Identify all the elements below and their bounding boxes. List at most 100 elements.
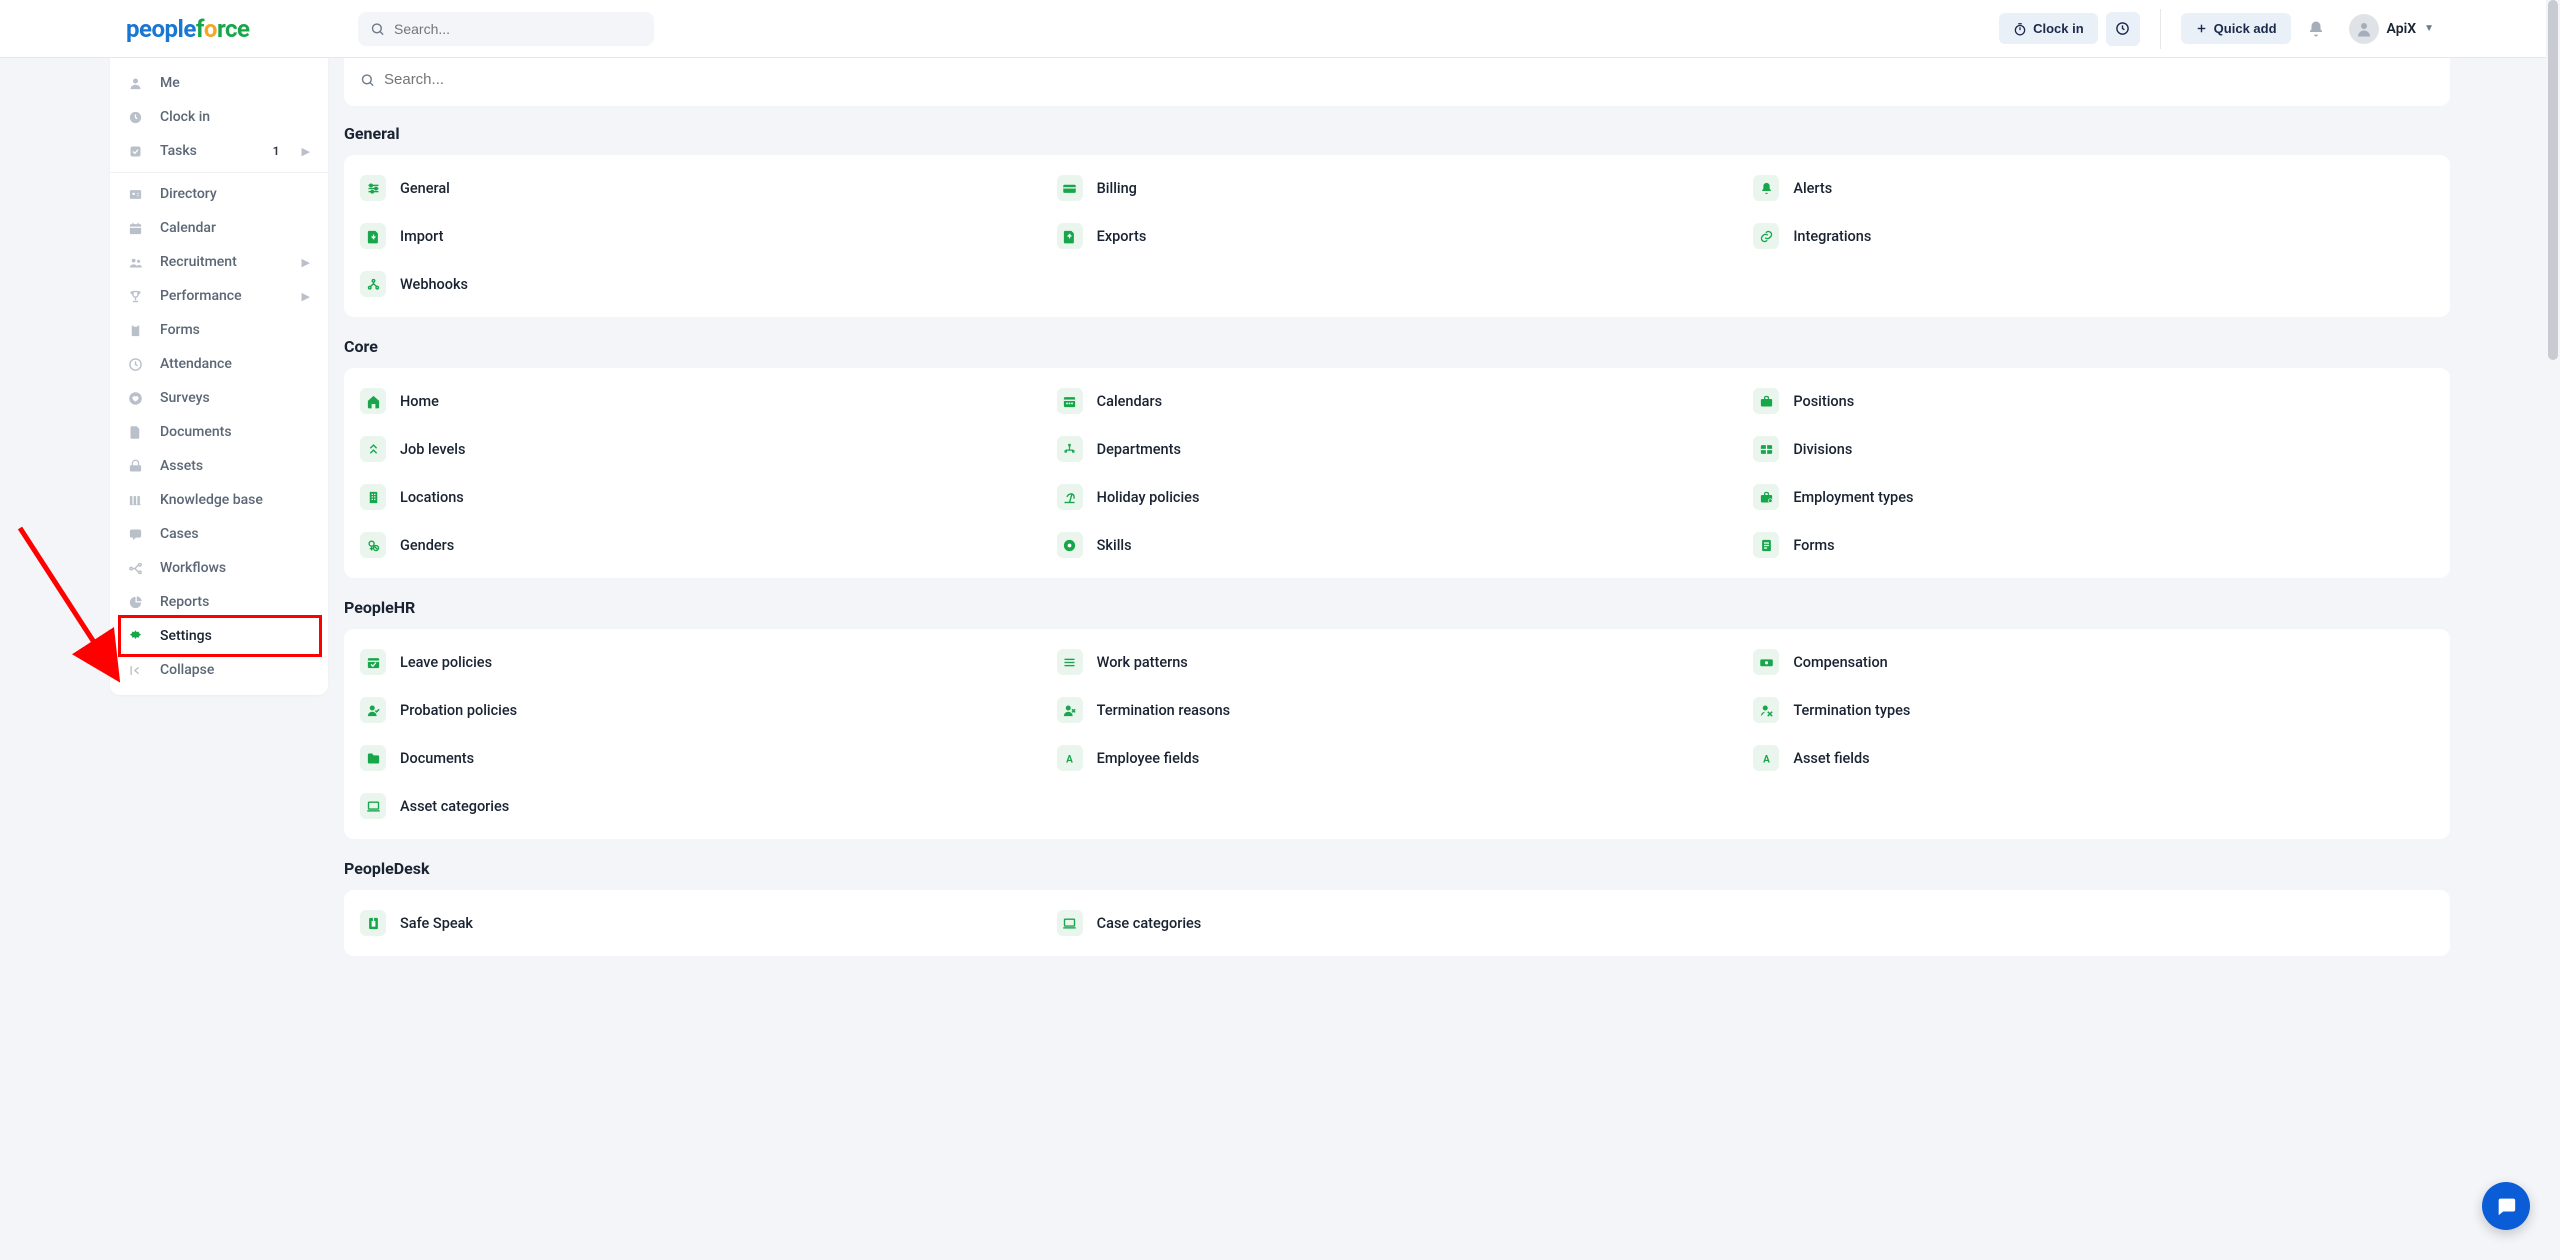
section-title: Core	[344, 337, 2450, 356]
sidebar-item-label: Attendance	[160, 356, 232, 372]
settings-item-compensation[interactable]: Compensation	[1753, 641, 2434, 683]
file-icon	[128, 425, 146, 440]
settings-item-webhooks[interactable]: Webhooks	[360, 263, 1041, 305]
sidebar-item-directory[interactable]: Directory	[110, 177, 328, 211]
main-content: General General Billing Alerts Import Exports…	[328, 58, 2560, 1000]
settings-item-genders[interactable]: Genders	[360, 524, 1041, 566]
section-title: General	[344, 124, 2450, 143]
settings-item-label: Departments	[1097, 441, 1181, 458]
forms2-icon	[1753, 532, 1779, 558]
settings-item-termination-types[interactable]: Termination types	[1753, 689, 2434, 731]
sidebar-item-label: Cases	[160, 526, 199, 542]
sidebar-item-documents[interactable]: Documents	[110, 415, 328, 449]
avatar	[2349, 14, 2379, 44]
user-menu[interactable]: ApiX ▼	[2349, 14, 2434, 44]
settings-item-asset-categories[interactable]: Asset categories	[360, 785, 1041, 827]
settings-item-label: Home	[400, 393, 439, 410]
sidebar-item-label: Calendar	[160, 220, 216, 236]
settings-item-safe-speak[interactable]: Safe Speak	[360, 902, 1041, 944]
sidebar-item-reports[interactable]: Reports	[110, 585, 328, 619]
settings-item-skills[interactable]: Skills	[1057, 524, 1738, 566]
settings-item-label: Calendars	[1097, 393, 1162, 410]
settings-item-label: Termination types	[1793, 702, 1910, 719]
bell-icon	[1753, 175, 1779, 201]
sidebar-item-collapse[interactable]: Collapse	[110, 653, 328, 687]
sidebar-item-label: Assets	[160, 458, 203, 474]
settings-item-home[interactable]: Home	[360, 380, 1041, 422]
sidebar-item-clock-in[interactable]: Clock in	[110, 100, 328, 134]
quickadd-button[interactable]: Quick add	[2181, 13, 2291, 44]
settings-item-integrations[interactable]: Integrations	[1753, 215, 2434, 257]
sidebar-item-cases[interactable]: Cases	[110, 517, 328, 551]
global-search-input[interactable]	[358, 12, 654, 46]
folder-icon	[360, 745, 386, 771]
settings-item-asset-fields[interactable]: AAsset fields	[1753, 737, 2434, 779]
sidebar: MeClock inTasks1▶ Directory Calendar Recrui…	[110, 58, 328, 695]
settings-item-work-patterns[interactable]: Work patterns	[1057, 641, 1738, 683]
sidebar-item-assets[interactable]: Assets	[110, 449, 328, 483]
chat-icon	[128, 527, 146, 542]
settings-item-label: Employee fields	[1097, 750, 1200, 767]
settings-item-label: Compensation	[1793, 654, 1887, 671]
settings-item-leave-policies[interactable]: Leave policies	[360, 641, 1041, 683]
sidebar-item-label: Tasks	[160, 143, 197, 159]
stopwatch-icon	[2013, 22, 2027, 36]
settings-item-job-levels[interactable]: Job levels	[360, 428, 1041, 470]
settings-item-forms[interactable]: Forms	[1753, 524, 2434, 566]
books-icon	[128, 493, 146, 508]
pattern-icon	[1057, 649, 1083, 675]
settings-item-case-categories[interactable]: Case categories	[1057, 902, 1738, 944]
sidebar-item-recruitment[interactable]: Recruitment▶	[110, 245, 328, 279]
assets-icon	[128, 459, 146, 474]
sidebar-item-knowledge-base[interactable]: Knowledge base	[110, 483, 328, 517]
settings-item-label: Genders	[400, 537, 454, 554]
settings-item-locations[interactable]: Locations	[360, 476, 1041, 518]
settings-search-input[interactable]	[356, 65, 2438, 94]
clockin-label: Clock in	[2033, 21, 2084, 36]
leave-icon	[360, 649, 386, 675]
settings-item-divisions[interactable]: Divisions	[1753, 428, 2434, 470]
settings-item-probation-policies[interactable]: Probation policies	[360, 689, 1041, 731]
settings-item-positions[interactable]: Positions	[1753, 380, 2434, 422]
settings-item-label: Documents	[400, 750, 474, 767]
settings-item-exports[interactable]: Exports	[1057, 215, 1738, 257]
scrollbar-thumb[interactable]	[2548, 0, 2558, 360]
calendar-icon	[128, 221, 146, 236]
sidebar-item-settings[interactable]: Settings	[110, 619, 328, 653]
notifications-button[interactable]	[2299, 12, 2333, 46]
settings-item-employment-types[interactable]: Employment types	[1753, 476, 2434, 518]
sidebar-item-workflows[interactable]: Workflows	[110, 551, 328, 585]
sliders-icon	[360, 175, 386, 201]
support-chat-button[interactable]	[2482, 1182, 2530, 1230]
sidebar-item-surveys[interactable]: Surveys	[110, 381, 328, 415]
sidebar-item-forms[interactable]: Forms	[110, 313, 328, 347]
logo[interactable]: peopleforce	[126, 15, 298, 43]
settings-item-label: Safe Speak	[400, 915, 473, 932]
settings-item-label: Leave policies	[400, 654, 492, 671]
settings-item-label: Integrations	[1793, 228, 1871, 245]
sidebar-item-performance[interactable]: Performance▶	[110, 279, 328, 313]
quickadd-label: Quick add	[2214, 21, 2277, 36]
settings-item-documents[interactable]: Documents	[360, 737, 1041, 779]
sidebar-item-label: Surveys	[160, 390, 210, 406]
settings-item-label: Termination reasons	[1097, 702, 1231, 719]
settings-item-general[interactable]: General	[360, 167, 1041, 209]
sidebar-item-label: Reports	[160, 594, 209, 610]
settings-item-label: Positions	[1793, 393, 1854, 410]
history-button[interactable]	[2106, 12, 2140, 46]
settings-item-calendars[interactable]: Calendars	[1057, 380, 1738, 422]
clockin-button[interactable]: Clock in	[1999, 13, 2098, 44]
settings-item-termination-reasons[interactable]: Termination reasons	[1057, 689, 1738, 731]
scrollbar[interactable]	[2546, 0, 2560, 1260]
sidebar-item-calendar[interactable]: Calendar	[110, 211, 328, 245]
sidebar-item-tasks[interactable]: Tasks1▶	[110, 134, 328, 168]
briefcase-icon	[1753, 388, 1779, 414]
settings-item-import[interactable]: Import	[360, 215, 1041, 257]
sidebar-item-me[interactable]: Me	[110, 66, 328, 100]
settings-item-holiday-policies[interactable]: Holiday policies	[1057, 476, 1738, 518]
sidebar-item-attendance[interactable]: Attendance	[110, 347, 328, 381]
settings-item-departments[interactable]: Departments	[1057, 428, 1738, 470]
settings-item-alerts[interactable]: Alerts	[1753, 167, 2434, 209]
settings-item-employee-fields[interactable]: AEmployee fields	[1057, 737, 1738, 779]
settings-item-billing[interactable]: Billing	[1057, 167, 1738, 209]
